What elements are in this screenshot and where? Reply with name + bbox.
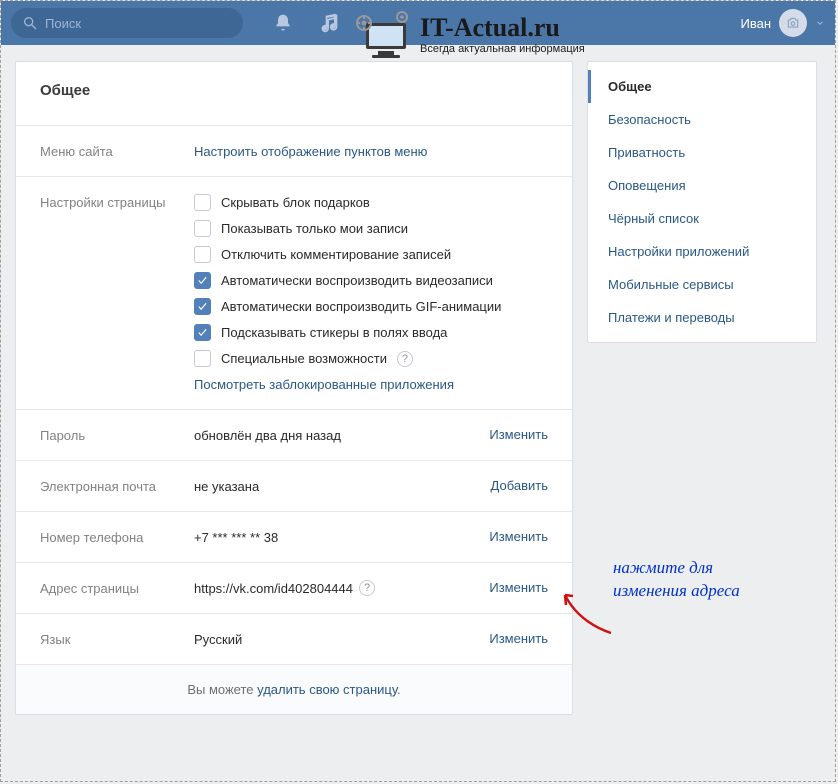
checkbox-row-6[interactable]: Специальные возможности? [194, 350, 548, 367]
checkbox-row-1[interactable]: Показывать только мои записи [194, 220, 548, 237]
username: Иван [740, 16, 771, 31]
checkbox-label-2: Отключить комментирование записей [221, 247, 451, 262]
footer-delete: Вы можете удалить свою страницу. [16, 664, 572, 714]
checkbox-label-3: Автоматически воспроизводить видеозаписи [221, 273, 493, 288]
footer-suffix: . [397, 682, 401, 697]
checkbox-4[interactable] [194, 298, 211, 315]
sidebar-item-1[interactable]: Безопасность [588, 103, 816, 136]
sidebar-item-7[interactable]: Платежи и переводы [588, 301, 816, 334]
label-address: Адрес страницы [40, 580, 194, 596]
checkbox-row-5[interactable]: Подсказывать стикеры в полях ввода [194, 324, 548, 341]
checkbox-0[interactable] [194, 194, 211, 211]
avatar [779, 9, 807, 37]
value-address-text: https://vk.com/id402804444 [194, 581, 353, 596]
link-blocked-apps[interactable]: Посмотреть заблокированные приложения [194, 377, 454, 392]
bell-icon[interactable] [273, 13, 293, 33]
link-delete-page[interactable]: удалить свою страницу [257, 682, 397, 697]
value-language: Русский [194, 631, 468, 647]
checkbox-row-0[interactable]: Скрывать блок подарков [194, 194, 548, 211]
sidebar-item-3[interactable]: Оповещения [588, 169, 816, 202]
checkbox-label-6: Специальные возможности [221, 351, 387, 366]
action-address-change[interactable]: Изменить [489, 580, 548, 595]
search-input[interactable] [11, 8, 243, 38]
value-password: обновлён два дня назад [194, 427, 468, 443]
row-password: Пароль обновлён два дня назад Изменить [16, 409, 572, 460]
help-icon[interactable]: ? [397, 351, 413, 367]
help-icon[interactable]: ? [359, 580, 375, 596]
sidebar-item-5[interactable]: Настройки приложений [588, 235, 816, 268]
checkbox-label-4: Автоматически воспроизводить GIF-анимаци… [221, 299, 501, 314]
row-site-menu: Меню сайта Настроить отображение пунктов… [16, 125, 572, 176]
camera-icon [786, 16, 800, 30]
sidebar-item-4[interactable]: Чёрный список [588, 202, 816, 235]
checkbox-6[interactable] [194, 350, 211, 367]
top-bar: Иван [1, 1, 835, 45]
sidebar-item-0[interactable]: Общее [588, 70, 816, 103]
settings-panel: Общее Меню сайта Настроить отображение п… [15, 61, 573, 715]
action-email-add[interactable]: Добавить [491, 478, 548, 493]
row-page-settings: Настройки страницы Скрывать блок подарко… [16, 176, 572, 409]
action-language-change[interactable]: Изменить [489, 631, 548, 646]
checkbox-label-1: Показывать только мои записи [221, 221, 408, 236]
settings-sidebar: ОбщееБезопасностьПриватностьОповещенияЧё… [587, 61, 817, 343]
checkbox-2[interactable] [194, 246, 211, 263]
value-email: не указана [194, 478, 468, 494]
sidebar-item-6[interactable]: Мобильные сервисы [588, 268, 816, 301]
value-address: https://vk.com/id402804444 ? [194, 580, 468, 596]
label-email: Электронная почта [40, 478, 194, 494]
annotation-text: нажмите для изменения адреса [613, 557, 740, 603]
checkbox-label-5: Подсказывать стикеры в полях ввода [221, 325, 447, 340]
sidebar-item-2[interactable]: Приватность [588, 136, 816, 169]
checkbox-row-3[interactable]: Автоматически воспроизводить видеозаписи [194, 272, 548, 289]
value-phone: +7 *** *** ** 38 [194, 529, 468, 545]
label-site-menu: Меню сайта [40, 143, 194, 159]
label-language: Язык [40, 631, 194, 647]
checkbox-row-2[interactable]: Отключить комментирование записей [194, 246, 548, 263]
label-page-settings: Настройки страницы [40, 194, 194, 210]
label-password: Пароль [40, 427, 194, 443]
row-address: Адрес страницы https://vk.com/id40280444… [16, 562, 572, 613]
footer-prefix: Вы можете [187, 682, 257, 697]
page-title: Общее [16, 62, 572, 125]
checkbox-1[interactable] [194, 220, 211, 237]
search-wrap [11, 8, 243, 38]
checkbox-label-0: Скрывать блок подарков [221, 195, 370, 210]
label-phone: Номер телефона [40, 529, 194, 545]
link-configure-menu[interactable]: Настроить отображение пунктов меню [194, 144, 427, 159]
action-phone-change[interactable]: Изменить [489, 529, 548, 544]
row-language: Язык Русский Изменить [16, 613, 572, 664]
checkbox-row-4[interactable]: Автоматически воспроизводить GIF-анимаци… [194, 298, 548, 315]
user-menu[interactable]: Иван [740, 9, 825, 37]
row-email: Электронная почта не указана Добавить [16, 460, 572, 511]
search-icon [22, 15, 38, 31]
checkbox-5[interactable] [194, 324, 211, 341]
checkbox-3[interactable] [194, 272, 211, 289]
chevron-down-icon [815, 18, 825, 28]
action-password-change[interactable]: Изменить [489, 427, 548, 442]
music-icon[interactable] [319, 13, 339, 33]
row-phone: Номер телефона +7 *** *** ** 38 Изменить [16, 511, 572, 562]
top-icons-group [273, 13, 339, 33]
